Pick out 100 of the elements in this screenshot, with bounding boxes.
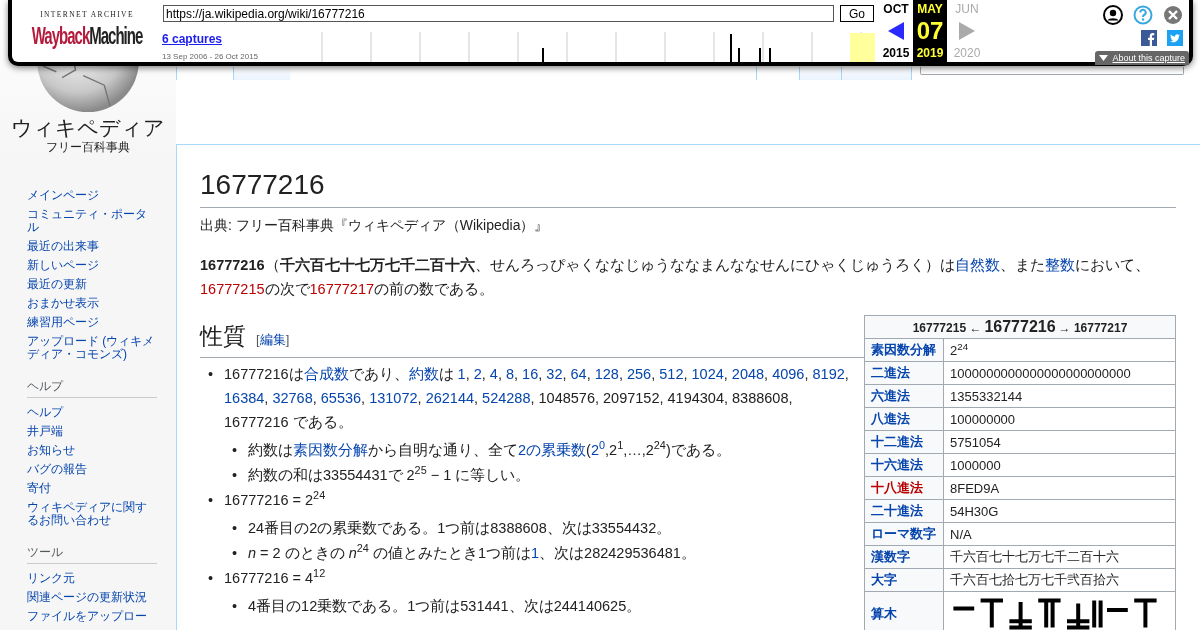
nav-heading: ツール (27, 545, 157, 564)
help-icon[interactable] (1133, 5, 1153, 25)
wordmark: ウィキペディア (11, 116, 165, 140)
infobox-value: 1000000000000000000000000 (950, 365, 1131, 381)
link[interactable]: 524288 (482, 390, 531, 406)
next-arrow-icon[interactable] (959, 22, 975, 40)
nav-link[interactable]: メインページ (27, 186, 99, 205)
bullet: • (232, 597, 239, 616)
link[interactable]: 素因数分解 (293, 442, 368, 458)
about-capture-button[interactable]: About this capture (1095, 51, 1189, 65)
infobox-value: 5751054 (950, 434, 1001, 450)
nav-link[interactable]: リンク元 (27, 569, 75, 588)
list-item-text: 約数の和は33554431で 2$^{25}$ − 1 に等しい。 (248, 463, 531, 485)
previous-number: 16777215 ← (912, 321, 982, 335)
current-capture-date[interactable]: MAY 07 2019 (913, 0, 947, 62)
caret-icon (1099, 55, 1109, 61)
infobox-value: 千六百七拾七万七千弐百拾六 (950, 572, 1119, 587)
link[interactable]: 2 (473, 366, 482, 382)
list-item-text: 4番目の12乗数である。1つ前は531441、次は244140625。 (248, 597, 642, 616)
nav-heading: ヘルプ (27, 379, 157, 398)
link[interactable]: 整数 (1044, 257, 1075, 273)
page-subtitle: 出典: フリー百科事典『ウィキペディア（Wikipedia）』 (200, 217, 550, 235)
nav-link[interactable]: 新しいページ (27, 256, 99, 275)
bullet: • (208, 491, 215, 510)
page-tab[interactable] (799, 67, 841, 80)
infobox-value: 2$^{24}$ (950, 342, 969, 358)
infobox-value: 千六百七十七万七千二百十六 (950, 549, 1119, 564)
link[interactable]: 32 (546, 366, 563, 382)
page-tab[interactable] (841, 67, 912, 80)
infobox-title: 16777216 (984, 318, 1056, 335)
close-icon[interactable] (1163, 5, 1183, 25)
link[interactable]: 128 (594, 366, 619, 382)
list-item-text: 約数は素因数分解から自明な通り、全て2の累乗数(2$^{0}$,2$^{1}$,…,2$^{24}$)である。 (248, 438, 731, 460)
nav-link[interactable]: 最近の更新 (27, 275, 87, 294)
page-tab[interactable] (233, 67, 290, 80)
nav-link[interactable]: ヘルプ (27, 403, 63, 422)
link[interactable]: 4 (489, 366, 498, 382)
intro-paragraph: 16777216（千六百七十七万七千二百十六、せんろっぴゃくななじゅうななまんななせんにひゃくじゅうろく）は 自然数、また整数において、 16777215の次で16777217の前の数である。 (200, 256, 1151, 299)
link[interactable]: 約数 (408, 366, 439, 382)
infobox-label[interactable]: 算木 (871, 606, 897, 621)
user-icon[interactable] (1103, 5, 1123, 25)
bullet: • (208, 365, 215, 384)
link[interactable]: 262144 (425, 390, 474, 406)
capture-range: 13 Sep 2006 - 26 Oct 2015 (162, 52, 260, 61)
link[interactable]: 4096 (772, 366, 805, 382)
search-field[interactable] (920, 67, 1184, 75)
url-field[interactable]: https://ja.wikipedia.org/wiki/16777216 (163, 5, 834, 22)
nav-link[interactable]: バグの報告 (27, 460, 87, 479)
nav-link[interactable]: コミュニティ・ポータル (27, 205, 157, 237)
infobox-value: N/A (950, 526, 972, 542)
nav-link[interactable]: 井戸端 (27, 422, 63, 441)
facebook-icon[interactable] (1141, 30, 1157, 46)
link[interactable]: 1 (531, 545, 540, 561)
wayback-logo[interactable]: WaybackMachine (31, 21, 143, 50)
list-item-text: 16777216 = 2$^{24}$ (224, 488, 326, 510)
link[interactable]: 64 (570, 366, 587, 382)
section-heading: 性質 (200, 323, 246, 349)
next-number: → 16777217 (1058, 321, 1128, 335)
list-item-text: n = 2 のときの n$^{24}$ の値とみたとき1つ前は1、次は282429536481。 (248, 541, 696, 563)
nav-link[interactable]: 関連ページの更新状況 (27, 588, 147, 607)
nav-link[interactable]: 寄付 (27, 479, 51, 498)
list-item-text: 24番目の2の累乗数である。1つ前は8388608、次は33554432。 (248, 519, 672, 538)
link[interactable]: 1024 (691, 366, 724, 382)
link[interactable]: 512 (659, 366, 684, 382)
nav-link[interactable]: お知らせ (27, 441, 75, 460)
nav-link[interactable]: ウィキペディアに関するお問い合わせ (27, 498, 157, 530)
go-button[interactable]: Go (840, 5, 874, 22)
link[interactable]: 2の累乗数 (518, 442, 587, 458)
nav-link[interactable]: おまかせ表示 (27, 294, 99, 313)
twitter-icon[interactable] (1167, 30, 1183, 46)
link[interactable]: 16777215 (200, 281, 265, 297)
link[interactable]: 1 (457, 366, 466, 382)
nav-link[interactable]: 練習用ページ (27, 313, 99, 332)
nav-link[interactable]: アップロード (ウィキメディア・コモンズ) (27, 332, 157, 364)
nav-link[interactable]: 最近の出来事 (27, 237, 99, 256)
list-item-text: 16777216は合成数であり、約数は 1, 2, 4, 8, 16, 32, 64, 128, 256, 512, 1024, 2048, 4096, 8192, 16384, 32768, 65536, 131072, 262144, 524288, 1048576, 2097152, 4194304, 8388608, 16777216 である。 (224, 365, 850, 432)
link[interactable]: 131072 (369, 390, 418, 406)
bullet: • (232, 466, 239, 485)
link[interactable]: 16777217 (309, 281, 375, 297)
bullet: • (232, 544, 239, 563)
tagline: フリー百科事典 (46, 140, 130, 154)
link[interactable]: 自然数 (954, 257, 1000, 273)
link[interactable]: 32768 (272, 390, 313, 406)
link[interactable]: 合成数 (303, 366, 349, 382)
bullet: • (208, 569, 215, 588)
bracket: [ (256, 332, 260, 347)
page-title: 16777216 (200, 167, 1176, 208)
capture-date[interactable]: OCT 2015 (879, 0, 913, 62)
bullet: • (232, 441, 239, 460)
link[interactable]: 8192 (812, 366, 845, 382)
nav-link[interactable]: ファイルをアップロー (27, 607, 147, 626)
previous-arrow-icon[interactable] (888, 22, 904, 40)
globe-logo-icon[interactable] (35, 66, 141, 114)
infobox-value: 100000000 (950, 411, 1016, 427)
link[interactable]: 2$^{0}$ (590, 442, 606, 458)
bracket: ] (285, 332, 290, 347)
list-item-text: 16777216 = 4$^{12}$ (224, 566, 326, 588)
infobox-value: 1355332144 (950, 388, 1023, 404)
infobox-value: 8FED9A (950, 480, 1000, 496)
captures-link[interactable]: 6 captures (162, 32, 275, 46)
